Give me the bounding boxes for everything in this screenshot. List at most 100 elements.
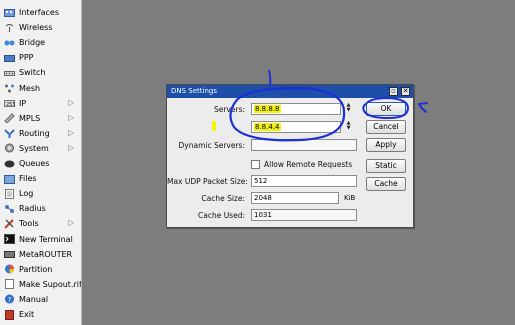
restore-icon[interactable]: ▫ [389, 87, 398, 96]
mpls-icon [4, 113, 15, 124]
sidebar-item-manual[interactable]: ? Manual [0, 292, 81, 307]
cache-size-unit: KiB [344, 194, 356, 202]
sidebar-item-label: MetaROUTER [19, 249, 73, 259]
sidebar-item-interfaces[interactable]: Interfaces [0, 5, 81, 20]
sidebar-item-label: PPP [19, 53, 34, 63]
dns-server-1-value: 8.8.8.8 [254, 105, 281, 113]
dialog-titlebar[interactable]: DNS Settings [167, 85, 413, 98]
ip-icon: 255 [4, 98, 15, 108]
partition-icon [4, 264, 15, 274]
dns-server-1-field[interactable]: 8.8.8.8 [251, 103, 341, 115]
exit-icon [4, 309, 15, 320]
cache-button[interactable]: Cache [366, 177, 406, 191]
sidebar-item-new-terminal[interactable]: New Terminal [0, 232, 81, 247]
sidebar-item-label: Files [19, 174, 37, 184]
max-udp-field[interactable]: 512 [251, 175, 357, 187]
sidebar-item-bridge[interactable]: Bridge [0, 35, 81, 50]
server-2-updown-icon[interactable]: ▲ ▼ [345, 121, 352, 133]
svg-text:?: ? [8, 296, 12, 304]
sidebar-menu: Interfaces Wireless Bridge PPP Switch Mesh 255… [0, 0, 82, 325]
sidebar-item-label: Partition [19, 264, 53, 274]
cache-used-field: 1031 [251, 209, 357, 221]
system-icon [4, 143, 15, 153]
sidebar-item-wireless[interactable]: Wireless [0, 20, 81, 35]
sidebar-item-label: Switch [19, 68, 46, 78]
sidebar-item-label: System [19, 143, 49, 153]
switch-icon [4, 68, 15, 78]
sidebar-item-label: Bridge [19, 38, 46, 48]
static-button[interactable]: Static [366, 159, 406, 173]
sidebar-item-radius[interactable]: Radius [0, 201, 81, 216]
sidebar-item-label: Queues [19, 159, 50, 168]
dns-server-2-field[interactable]: 8.8.4.4 [251, 121, 341, 133]
wireless-icon [4, 23, 15, 33]
sidebar-item-files[interactable]: Files [0, 171, 81, 186]
metarouter-icon [4, 249, 15, 259]
sidebar-item-ppp[interactable]: PPP [0, 50, 81, 65]
allow-remote-checkbox[interactable] [251, 160, 260, 169]
servers-label: Servers: [213, 105, 245, 114]
sidebar-item-label: Interfaces [19, 8, 59, 17]
cache-size-field[interactable]: 2048 [251, 192, 339, 204]
sidebar-item-label: Mesh [19, 83, 41, 93]
submenu-arrow-icon: ▷ [68, 112, 75, 122]
annotation-arrow [418, 102, 428, 113]
sidebar-item-label: MPLS [19, 113, 41, 123]
sidebar-item-label: Routing [19, 128, 50, 138]
sidebar-item-label: Manual [19, 294, 49, 304]
svg-text:255: 255 [6, 102, 15, 108]
tools-icon [4, 219, 15, 229]
cancel-button[interactable]: Cancel [366, 120, 406, 134]
dialog-title: DNS Settings [171, 87, 218, 95]
sidebar-item-tools[interactable]: Tools ▷ [0, 216, 81, 231]
dns-server-2-value: 8.8.4.4 [254, 123, 281, 131]
sidebar-item-log[interactable]: Log [0, 186, 81, 201]
submenu-arrow-icon: ▷ [68, 127, 75, 137]
bridge-icon [4, 38, 15, 48]
cache-size-label: Cache Size: [201, 194, 245, 203]
dynamic-servers-field [251, 139, 357, 151]
routing-icon [4, 128, 15, 139]
submenu-arrow-icon: ▷ [68, 218, 75, 228]
supout-icon [4, 279, 15, 290]
sidebar-item-switch[interactable]: Switch [0, 65, 81, 80]
radius-icon [4, 204, 15, 214]
ppp-icon [4, 53, 15, 63]
server-1-updown-icon[interactable]: ▲ ▼ [345, 103, 352, 115]
max-udp-label: Max UDP Packet Size: [167, 177, 248, 186]
sidebar-item-partition[interactable]: Partition [0, 262, 81, 277]
log-icon [4, 188, 15, 199]
sidebar-item-metarouter[interactable]: MetaROUTER [0, 247, 81, 262]
sidebar-item-label: Wireless [19, 23, 53, 33]
sidebar-item-exit[interactable]: Exit [0, 307, 81, 322]
dns-settings-dialog: DNS Settings ▫ ✕ Servers: 8.8.8.8 ▲ ▼ 8.8… [166, 84, 414, 228]
queues-icon [4, 159, 15, 169]
terminal-icon [4, 234, 15, 244]
sidebar-item-mesh[interactable]: Mesh [0, 81, 81, 96]
apply-button[interactable]: Apply [366, 138, 406, 152]
sidebar-item-routing[interactable]: Routing ▷ [0, 126, 81, 141]
submenu-arrow-icon: ▷ [68, 97, 75, 107]
sidebar-item-queues[interactable]: Queues [0, 156, 81, 171]
sidebar-item-label: IP [19, 98, 27, 108]
yellow-marker-stroke [212, 121, 216, 131]
dynamic-servers-label: Dynamic Servers: [178, 141, 246, 150]
sidebar-item-make-supout-rif[interactable]: Make Supout.rif [0, 277, 81, 292]
allow-remote-label: Allow Remote Requests [264, 160, 353, 169]
sidebar-item-label: Tools [19, 219, 39, 229]
sidebar-item-ip[interactable]: 255 IP ▷ [0, 96, 81, 111]
ok-button[interactable]: OK [366, 102, 406, 116]
manual-icon: ? [4, 294, 15, 304]
cache-used-label: Cache Used: [197, 211, 245, 220]
sidebar-item-label: Exit [19, 310, 35, 319]
interfaces-icon [4, 8, 15, 18]
close-icon[interactable]: ✕ [401, 87, 410, 96]
sidebar-item-mpls[interactable]: MPLS ▷ [0, 111, 81, 126]
sidebar-item-label: Make Supout.rif [19, 279, 82, 289]
mesh-icon [4, 83, 15, 93]
sidebar-item-label: Radius [19, 204, 46, 214]
files-icon [4, 174, 15, 184]
sidebar-item-label: Log [19, 189, 34, 199]
sidebar-item-system[interactable]: System ▷ [0, 141, 81, 156]
sidebar-item-label: New Terminal [19, 234, 73, 244]
